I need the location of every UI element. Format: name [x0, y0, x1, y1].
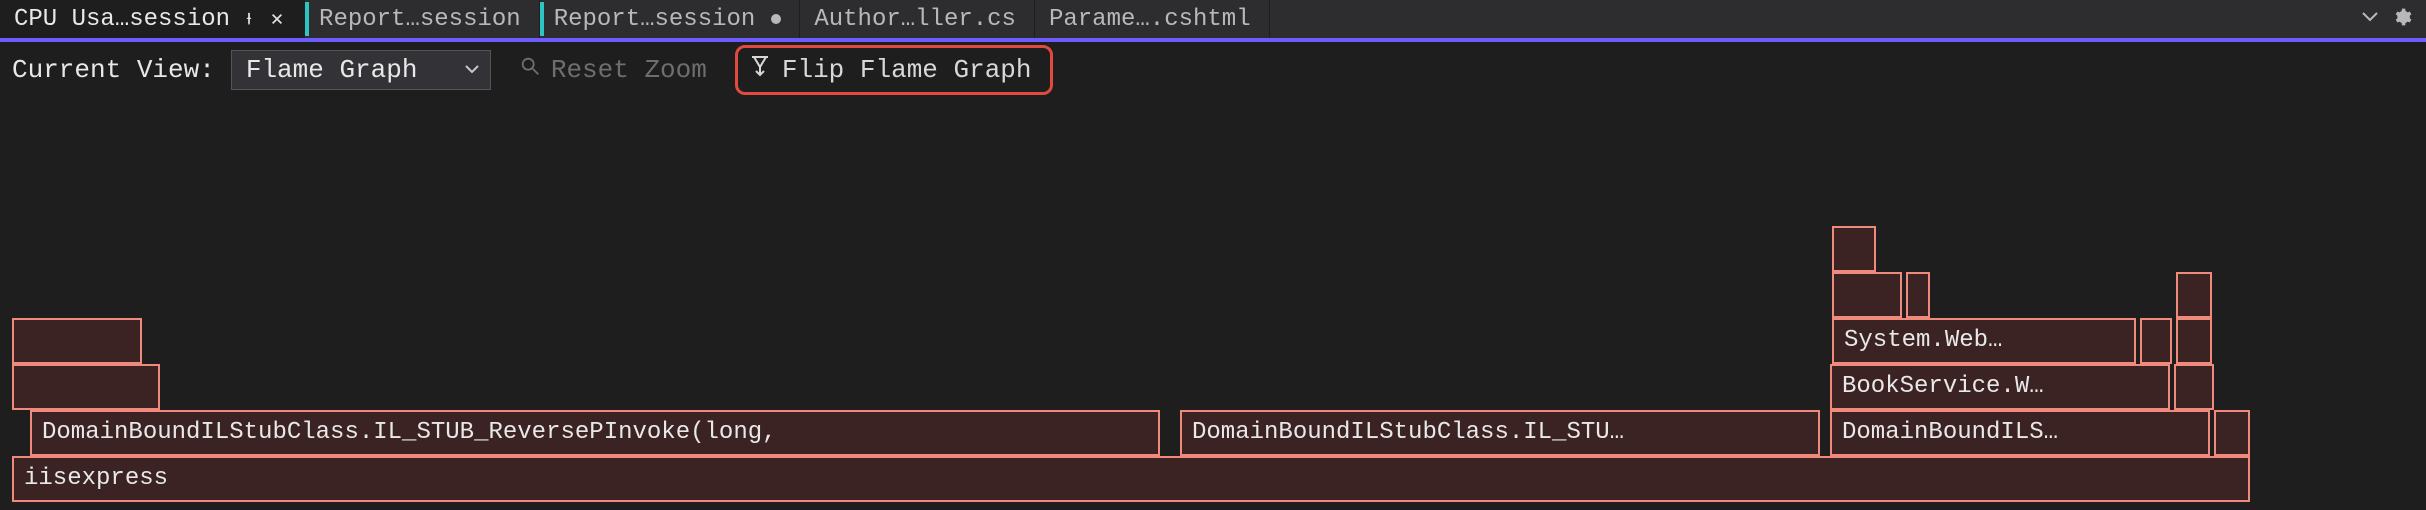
flame-block[interactable]	[2214, 410, 2250, 456]
flame-block[interactable]: System.Web…	[1832, 318, 2136, 364]
flame-block[interactable]	[2140, 318, 2172, 364]
flame-block-label: BookService.W…	[1842, 375, 2044, 399]
tab-3[interactable]: Author…ller.cs	[800, 0, 1035, 38]
flame-block[interactable]: DomainBoundILS…	[1830, 410, 2210, 456]
current-view-label: Current View:	[12, 55, 215, 85]
flame-block[interactable]: DomainBoundILStubClass.IL_STU…	[1180, 410, 1820, 456]
flame-graph[interactable]: iisexpress DomainBoundILStubClass.IL_STUB…	[0, 98, 2426, 510]
reset-zoom-label: Reset Zoom	[551, 55, 707, 85]
flip-icon	[748, 54, 772, 86]
flame-block-label: DomainBoundILStubClass.IL_STUB_ReversePI…	[42, 421, 777, 445]
tab-label: Author…ller.cs	[814, 6, 1016, 33]
tab-label: CPU Usa…session	[14, 6, 230, 33]
tab-overflow-menu-icon[interactable]	[2362, 9, 2378, 30]
tab-2[interactable]: Report…session	[540, 0, 801, 38]
flame-block[interactable]	[2176, 272, 2212, 318]
flip-label: Flip Flame Graph	[782, 55, 1032, 85]
spacer	[1270, 0, 2348, 38]
flame-block[interactable]	[12, 364, 160, 410]
tab-accent	[540, 2, 544, 36]
view-select[interactable]: Flame Graph	[231, 50, 491, 90]
tab-4[interactable]: Parame….cshtml	[1035, 0, 1270, 38]
flame-block[interactable]	[2174, 364, 2214, 410]
magnifier-icon	[519, 55, 541, 85]
toolbar: Current View: Flame Graph Reset Zoom Fli…	[0, 42, 2426, 98]
tab-0[interactable]: CPU Usa…session	[0, 0, 305, 38]
flame-block-label: System.Web…	[1844, 329, 2002, 353]
chevron-down-icon	[464, 55, 480, 85]
tab-overflow-controls	[2348, 0, 2426, 38]
flip-flame-graph-button[interactable]: Flip Flame Graph	[735, 45, 1053, 95]
unsaved-dot-icon	[771, 14, 781, 24]
flame-block[interactable]: DomainBoundILStubClass.IL_STUB_ReversePI…	[30, 410, 1160, 456]
tab-label: Report…session	[319, 6, 521, 33]
flame-block-label: DomainBoundILStubClass.IL_STU…	[1192, 421, 1624, 445]
tab-accent	[305, 2, 309, 36]
flame-block-label: iisexpress	[24, 467, 168, 491]
flame-block[interactable]: iisexpress	[12, 456, 2250, 502]
tab-strip: CPU Usa…session Report…session Report…sess…	[0, 0, 2426, 42]
flame-block[interactable]	[2176, 318, 2212, 364]
close-icon[interactable]	[268, 10, 286, 28]
tab-label: Parame….cshtml	[1049, 6, 1251, 33]
flame-block[interactable]	[1906, 272, 1930, 318]
reset-zoom-button[interactable]: Reset Zoom	[507, 50, 719, 90]
pin-icon[interactable]	[240, 10, 258, 28]
flame-block[interactable]	[1832, 272, 1902, 318]
tab-1[interactable]: Report…session	[305, 0, 540, 38]
flame-block[interactable]	[12, 318, 142, 364]
gear-icon[interactable]	[2392, 7, 2412, 32]
view-select-value: Flame Graph	[246, 55, 418, 85]
flame-block-label: DomainBoundILS…	[1842, 421, 2058, 445]
flame-block[interactable]: BookService.W…	[1830, 364, 2170, 410]
tab-label: Report…session	[554, 6, 756, 33]
flame-block[interactable]	[1832, 226, 1876, 272]
